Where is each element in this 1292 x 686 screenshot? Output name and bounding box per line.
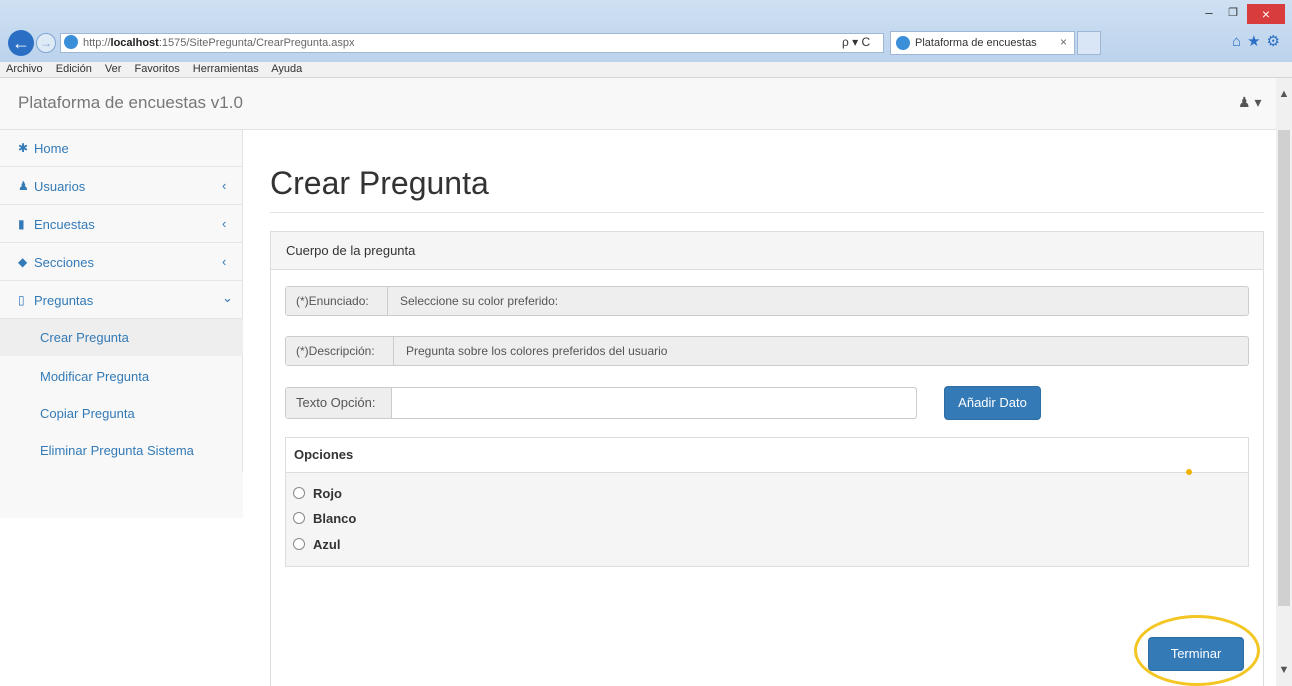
- page-title: Crear Pregunta: [270, 165, 489, 201]
- descripcion-label: (*)Descripción:: [286, 337, 394, 365]
- home-favorites-settings-icon[interactable]: ⌂★⚙: [1220, 32, 1286, 54]
- new-tab-button[interactable]: [1077, 31, 1101, 55]
- sidebar-item-usuarios[interactable]: ♟ Usuarios ‹: [0, 167, 243, 205]
- users-icon: ♟: [18, 179, 29, 193]
- enunciado-field[interactable]: (*)Enunciado: Seleccione su color prefer…: [285, 286, 1249, 316]
- close-window-button[interactable]: ×: [1247, 4, 1285, 24]
- sidebar-item-label: Usuarios: [34, 179, 86, 194]
- scroll-down-icon[interactable]: ▼: [1278, 664, 1290, 678]
- sidebar-subitem-copiar-pregunta[interactable]: Copiar Pregunta: [0, 393, 243, 430]
- chevron-down-icon: ⌄: [222, 290, 233, 305]
- tags-icon: ◆: [18, 255, 28, 269]
- bookmark-outline-icon: ▯: [18, 293, 25, 307]
- maximize-button[interactable]: ❐: [1222, 6, 1244, 22]
- option-rojo[interactable]: Rojo: [293, 486, 342, 501]
- texto-opcion-input[interactable]: [392, 388, 916, 418]
- option-label: Azul: [313, 537, 341, 552]
- menu-herramientas[interactable]: Herramientas: [193, 63, 259, 75]
- chevron-left-icon: ‹: [222, 178, 227, 193]
- option-label: Rojo: [313, 486, 342, 501]
- sidebar-subitem-label: Modificar Pregunta: [40, 369, 150, 384]
- chevron-left-icon: ‹: [222, 254, 227, 269]
- descripcion-value: Pregunta sobre los colores preferidos de…: [406, 344, 668, 358]
- browser-tab[interactable]: Plataforma de encuestas: [890, 31, 1075, 55]
- minimize-button[interactable]: –: [1198, 6, 1220, 22]
- sidebar-subitem-crear-pregunta[interactable]: Crear Pregunta: [0, 319, 243, 356]
- sidebar-item-encuestas[interactable]: ▮ Encuestas ‹: [0, 205, 243, 243]
- sidebar-subitem-label: Crear Pregunta: [40, 330, 129, 345]
- radio-button[interactable]: [293, 487, 305, 499]
- home-icon: ✱: [18, 141, 29, 155]
- radio-button[interactable]: [293, 512, 305, 524]
- sidebar-item-label: Home: [34, 141, 69, 156]
- user-menu-icon[interactable]: ♟ ▾: [1238, 94, 1261, 111]
- panel-heading: Cuerpo de la pregunta: [271, 232, 1263, 270]
- url-prefix: http://: [83, 37, 111, 49]
- option-label: Blanco: [313, 511, 357, 526]
- finish-button[interactable]: Terminar: [1148, 637, 1244, 671]
- descripcion-field[interactable]: (*)Descripción: Pregunta sobre los color…: [285, 336, 1249, 366]
- texto-opcion-group: Texto Opción:: [285, 387, 917, 419]
- menu-archivo[interactable]: Archivo: [6, 63, 43, 75]
- sidebar: ✱ Home ♟ Usuarios ‹ ▮ Encuestas ‹ ◆ Secc…: [0, 130, 243, 472]
- blank-area: [0, 518, 141, 686]
- menu-ver[interactable]: Ver: [105, 63, 122, 75]
- search-refresh-icon[interactable]: ρ ▾ C: [842, 35, 870, 49]
- sidebar-subitem-eliminar-pregunta-sistema[interactable]: Eliminar Pregunta Sistema: [0, 430, 243, 472]
- sidebar-item-home[interactable]: ✱ Home: [0, 130, 243, 167]
- chevron-left-icon: ‹: [222, 216, 227, 231]
- option-blanco[interactable]: Blanco: [293, 511, 356, 526]
- options-heading: Opciones: [286, 438, 1248, 473]
- sidebar-item-label: Preguntas: [34, 293, 94, 308]
- option-azul[interactable]: Azul: [293, 537, 340, 552]
- bookmark-icon: ▮: [18, 217, 25, 231]
- app-brand[interactable]: Plataforma de encuestas v1.0: [18, 93, 243, 113]
- sidebar-item-secciones[interactable]: ◆ Secciones ‹: [0, 243, 243, 281]
- sidebar-background: [0, 472, 243, 518]
- decorative-dot: [1186, 469, 1192, 475]
- sidebar-subitem-modificar-pregunta[interactable]: Modificar Pregunta: [0, 356, 243, 393]
- back-button[interactable]: ←: [8, 30, 34, 56]
- sidebar-subitem-label: Eliminar Pregunta Sistema: [40, 443, 194, 458]
- sidebar-item-preguntas[interactable]: ▯ Preguntas ⌄: [0, 281, 243, 319]
- forward-button[interactable]: →: [36, 33, 56, 53]
- sidebar-item-label: Secciones: [34, 255, 94, 270]
- url-host: localhost: [110, 37, 159, 49]
- menu-edicion[interactable]: Edición: [56, 63, 92, 75]
- scrollbar-thumb[interactable]: [1278, 130, 1290, 606]
- add-option-button[interactable]: Añadir Dato: [944, 386, 1041, 420]
- enunciado-value: Seleccione su color preferido:: [400, 294, 559, 308]
- tab-favicon-icon: [896, 36, 910, 50]
- sidebar-subitem-label: Copiar Pregunta: [40, 406, 135, 421]
- radio-button[interactable]: [293, 538, 305, 550]
- scroll-up-icon[interactable]: ▲: [1278, 88, 1290, 102]
- texto-opcion-label: Texto Opción:: [286, 388, 392, 418]
- title-divider: [270, 212, 1264, 213]
- menu-ayuda[interactable]: Ayuda: [271, 63, 302, 75]
- url-path: :1575/SitePregunta/CrearPregunta.aspx: [158, 37, 355, 49]
- address-bar[interactable]: http://localhost:1575/SitePregunta/Crear…: [60, 33, 884, 53]
- enunciado-label: (*)Enunciado:: [286, 287, 388, 315]
- menu-favoritos[interactable]: Favoritos: [134, 63, 179, 75]
- menu-bar: Archivo Edición Ver Favoritos Herramient…: [0, 62, 1292, 78]
- sidebar-item-label: Encuestas: [34, 217, 95, 232]
- ie-icon: [64, 35, 78, 49]
- tab-close-icon[interactable]: ×: [1060, 35, 1067, 49]
